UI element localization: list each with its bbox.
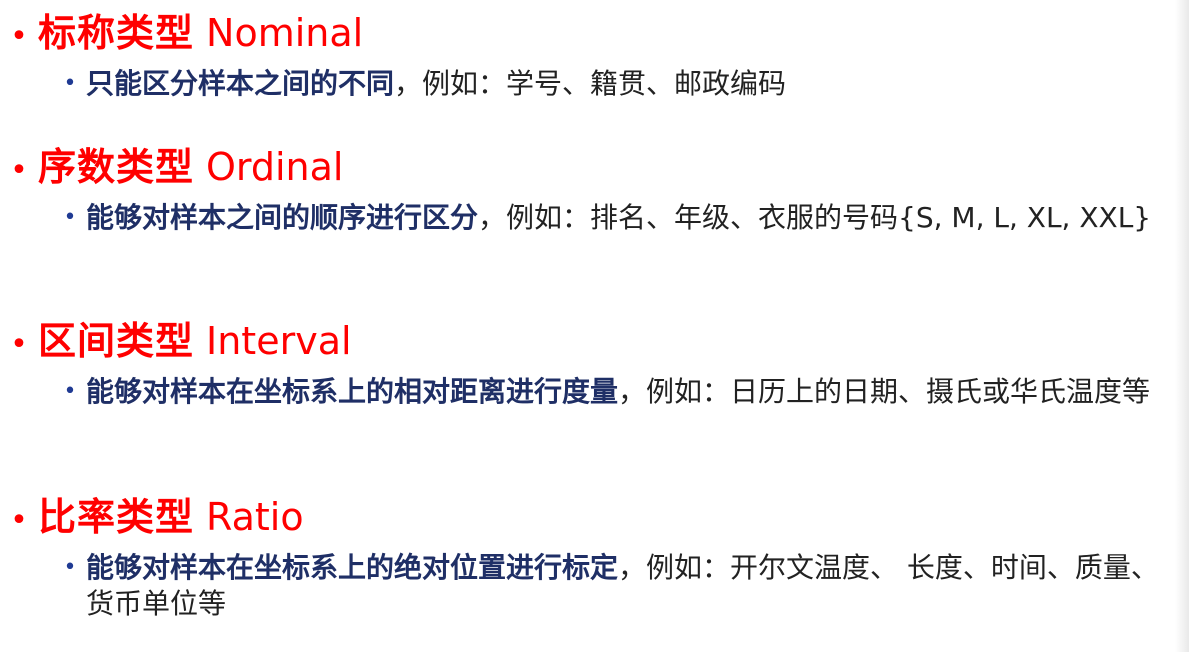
heading-en: Interval: [206, 319, 352, 363]
section-description: • 能够对样本在坐标系上的绝对位置进行标定，例如：开尔文温度、 长度、时间、质量、…: [0, 550, 1175, 622]
heading-zh: 标称类型: [38, 11, 195, 55]
bullet-icon: •: [10, 327, 28, 362]
section-ordinal: • 序数类型 Ordinal • 能够对样本之间的顺序进行区分，例如：排名、年级、…: [0, 144, 1175, 236]
heading-en: Nominal: [206, 11, 364, 55]
description-rest: ，例如：排名、年级、衣服的号码{S, M, L, XL, XXL}: [478, 201, 1152, 234]
sub-bullet-icon: •: [63, 71, 77, 96]
description-rest: ，例如：学号、籍贯、邮政编码: [394, 67, 787, 100]
description-bold: 能够对样本之间的顺序进行区分: [86, 201, 479, 234]
section-description: • 能够对样本在坐标系上的相对距离进行度量，例如：日历上的日期、摄氏或华氏温度等: [0, 374, 1175, 410]
section-heading: • 序数类型 Ordinal: [0, 144, 1175, 194]
slide: • 标称类型 Nominal • 只能区分样本之间的不同，例如：学号、籍贯、邮政编…: [0, 0, 1175, 652]
description-bold: 能够对样本在坐标系上的相对距离进行度量: [86, 375, 619, 408]
section-ratio: • 比率类型 Ratio • 能够对样本在坐标系上的绝对位置进行标定，例如：开尔文…: [0, 494, 1175, 622]
heading-zh: 序数类型: [38, 145, 195, 189]
heading-en: Ordinal: [206, 145, 344, 189]
bullet-icon: •: [10, 503, 28, 538]
description-bold: 只能区分样本之间的不同: [86, 67, 395, 100]
sub-bullet-icon: •: [63, 205, 77, 230]
section-nominal: • 标称类型 Nominal • 只能区分样本之间的不同，例如：学号、籍贯、邮政编…: [0, 10, 1175, 102]
description-rest: ，例如：日历上的日期、摄氏或华氏温度等: [618, 375, 1151, 408]
section-heading: • 区间类型 Interval: [0, 318, 1175, 368]
sub-bullet-icon: •: [63, 555, 77, 580]
heading-zh: 区间类型: [38, 319, 195, 363]
section-interval: • 区间类型 Interval • 能够对样本在坐标系上的相对距离进行度量，例如：…: [0, 318, 1175, 410]
bullet-icon: •: [10, 19, 28, 54]
section-heading: • 比率类型 Ratio: [0, 494, 1175, 544]
section-description: • 只能区分样本之间的不同，例如：学号、籍贯、邮政编码: [0, 66, 1175, 102]
slide-edge-shadow: [1175, 0, 1189, 652]
section-description: • 能够对样本之间的顺序进行区分，例如：排名、年级、衣服的号码{S, M, L, …: [0, 200, 1175, 236]
heading-zh: 比率类型: [38, 495, 195, 539]
sub-bullet-icon: •: [63, 379, 77, 404]
bullet-icon: •: [10, 153, 28, 188]
heading-en: Ratio: [206, 495, 304, 539]
section-heading: • 标称类型 Nominal: [0, 10, 1175, 60]
description-bold: 能够对样本在坐标系上的绝对位置进行标定: [86, 551, 619, 584]
